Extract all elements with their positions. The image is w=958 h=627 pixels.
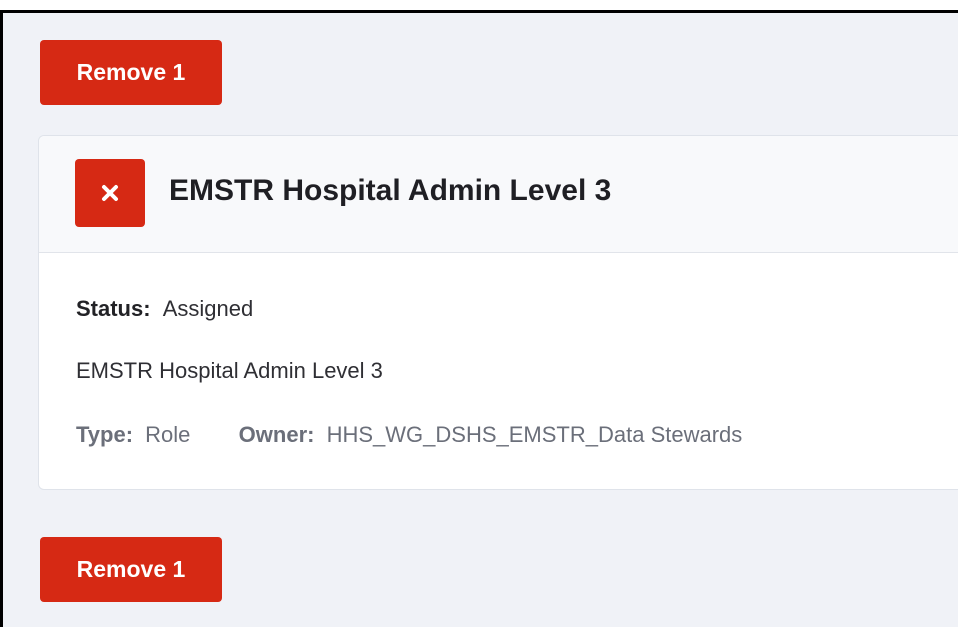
status-label: Status: — [76, 296, 151, 321]
assignment-card: EMSTR Hospital Admin Level 3 Status: Ass… — [38, 135, 958, 490]
meta-row: Type: Role Owner: HHS_WG_DSHS_EMSTR_Data… — [76, 422, 742, 448]
owner-label: Owner: — [238, 422, 315, 447]
cropped-top-strip — [0, 0, 958, 10]
remove-item-button[interactable] — [75, 159, 145, 227]
status-value: Assigned — [162, 296, 254, 321]
type-value: Role — [145, 422, 191, 447]
owner-value: HHS_WG_DSHS_EMSTR_Data Stewards — [326, 422, 743, 447]
description-text: EMSTR Hospital Admin Level 3 — [76, 358, 383, 383]
status-row: Status: Assigned — [76, 296, 253, 322]
type-label: Type: — [76, 422, 134, 447]
card-title: EMSTR Hospital Admin Level 3 — [169, 174, 612, 207]
card-header: EMSTR Hospital Admin Level 3 — [39, 136, 958, 253]
remove-button-bottom[interactable]: Remove 1 — [40, 537, 222, 602]
content-panel: Remove 1 EMSTR Hospital Admin Level 3 St… — [0, 10, 958, 627]
close-icon — [102, 185, 118, 201]
remove-button-top[interactable]: Remove 1 — [40, 40, 222, 105]
